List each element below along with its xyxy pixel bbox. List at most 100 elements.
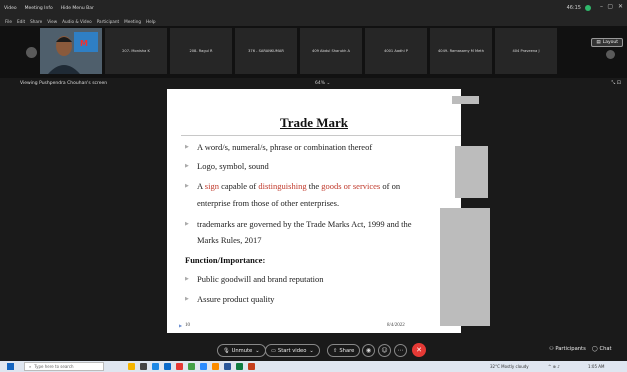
slide-bullet-continuation: Marks Rules, 2017 [185, 235, 261, 246]
highlight-distinguishing: distinguishing [258, 181, 307, 191]
text-fragment: of on [380, 181, 401, 191]
participants-button[interactable]: ⚇ Participants [549, 346, 586, 352]
menu-view[interactable]: View [47, 19, 57, 24]
participant-name: 4049- Ramasamy M Meth [438, 49, 484, 53]
title-bar: Video Meeting Info Hide Menu Bar 46:15 –… [0, 0, 627, 17]
taskbar-app-icon[interactable] [236, 363, 243, 370]
search-icon: ⌕ [29, 364, 32, 369]
bullet-text: Logo, symbol, sound [197, 161, 269, 171]
slide-date: 8/4/2022 [387, 323, 405, 328]
meeting-info-link[interactable]: Meeting Info [25, 6, 53, 11]
bullet-arrow-icon: ▶ [185, 184, 189, 189]
minimize-icon[interactable]: – [600, 3, 603, 10]
bullet-arrow-icon: ▶ [185, 277, 189, 282]
participants-icon: ⚇ [549, 346, 554, 352]
record-button[interactable]: ◉ [362, 344, 375, 357]
participant-tile[interactable]: 207- Monisha K [105, 28, 167, 74]
strip-prev-button[interactable] [26, 47, 37, 58]
chevron-down-icon: ⌄ [255, 347, 260, 354]
taskbar-app-icon[interactable] [128, 363, 135, 370]
taskbar-app-icon[interactable] [200, 363, 207, 370]
participant-name: 208- Ragul R [189, 49, 213, 53]
redaction-block [455, 146, 488, 198]
taskbar-app-icon[interactable] [188, 363, 195, 370]
start-video-button[interactable]: ▭ Start video ⌄ [265, 344, 320, 357]
windows-start-icon[interactable] [7, 363, 14, 370]
view-options-icon[interactable]: ⤡ ⊡ [611, 80, 621, 86]
svg-text:M: M [80, 39, 88, 48]
menu-share[interactable]: Share [30, 19, 42, 24]
chat-button[interactable]: ◯ Chat [592, 346, 612, 352]
menu-bar: File Edit Share View Audio & Video Parti… [0, 17, 627, 26]
maximize-icon[interactable]: ▢ [607, 3, 613, 10]
weather-widget[interactable]: 32°C Mostly cloudy [490, 364, 529, 369]
taskbar-clock[interactable]: 1:05 AM [588, 364, 604, 369]
slide-bullet: ▶ Public goodwill and brand reputation [185, 274, 324, 285]
meeting-controls: 🎙 Unmute ⌄ ▭ Start video ⌄ ⇧ Share ◉ ☺ ⋯… [0, 340, 627, 361]
slide-bullet: ▶ trademarks are governed by the Trade M… [185, 219, 412, 230]
microphone-muted-icon: 🎙 [223, 347, 230, 354]
menu-meeting[interactable]: Meeting [124, 19, 141, 24]
slide-bullet: ▶ A word/s, numeral/s, phrase or combina… [185, 142, 372, 153]
reactions-button[interactable]: ☺ [378, 344, 391, 357]
strip-next-button[interactable] [606, 50, 615, 59]
bullet-text: A word/s, numeral/s, phrase or combinati… [197, 142, 373, 152]
system-tray-icons[interactable]: ^ ⊕ ♪ [548, 364, 560, 369]
zoom-level-dropdown[interactable]: 64% ⌄ [315, 81, 330, 86]
start-video-label: Start video [277, 347, 307, 354]
zoom-level-value: 64% [315, 81, 326, 86]
redaction-block [440, 208, 490, 326]
leave-meeting-button[interactable]: ✕ [412, 343, 426, 357]
chat-label: Chat [599, 346, 612, 352]
participant-name: 4001 Aadhi P [384, 49, 408, 53]
bullet-text: Marks Rules, 2017 [197, 235, 262, 245]
slide-bullet: ▶ Assure product quality [185, 294, 274, 305]
bullet-text: trademarks are governed by the Trade Mar… [197, 219, 412, 229]
layout-label: Layout [602, 40, 618, 45]
participant-tile[interactable]: 409 Abdul Sharukh A [300, 28, 362, 74]
taskbar-search-input[interactable]: ⌕ Type here to search [24, 362, 104, 371]
highlight-sign: sign [204, 181, 219, 191]
share-label: Share [339, 347, 355, 354]
taskbar-app-icon[interactable] [176, 363, 183, 370]
taskbar-app-icon[interactable] [152, 363, 159, 370]
close-icon[interactable]: ✕ [618, 3, 623, 10]
participant-name: 404 Praveena J [512, 49, 540, 53]
bullet-arrow-icon: ▶ [185, 222, 189, 227]
participant-tile[interactable]: 4049- Ramasamy M Meth [430, 28, 492, 74]
bullet-arrow-icon: ▶ [185, 297, 189, 302]
menu-help[interactable]: Help [146, 19, 156, 24]
menu-participant[interactable]: Participant [97, 19, 119, 24]
participant-tile[interactable]: 208- Ragul R [170, 28, 232, 74]
taskbar-app-icon[interactable] [164, 363, 171, 370]
menu-file[interactable]: File [5, 19, 12, 24]
section-heading: Function/Importance: [185, 255, 266, 265]
taskbar-app-icon[interactable] [212, 363, 219, 370]
shared-slide: Trade Mark ▶ A word/s, numeral/s, phrase… [167, 89, 461, 333]
taskbar-app-icon[interactable] [224, 363, 231, 370]
bullet-arrow-icon: ▶ [185, 145, 189, 150]
layout-button[interactable]: ▤ Layout [591, 38, 623, 47]
app-name: Video [4, 6, 17, 11]
unmute-label: Unmute [231, 347, 253, 354]
unmute-button[interactable]: 🎙 Unmute ⌄ [217, 344, 266, 357]
share-button[interactable]: ⇧ Share [327, 344, 361, 357]
participant-tile[interactable]: 404 Praveena J [495, 28, 557, 74]
text-fragment: capable of [218, 181, 259, 191]
taskbar-app-icon[interactable] [248, 363, 255, 370]
participant-name: 207- Monisha K [122, 49, 150, 53]
security-shield-icon[interactable] [585, 5, 591, 11]
participant-tile[interactable]: 376 - SARANKUMAR [235, 28, 297, 74]
participant-tile-video[interactable]: M [40, 28, 102, 74]
menu-edit[interactable]: Edit [17, 19, 25, 24]
slide-divider [181, 135, 461, 136]
menu-audio-video[interactable]: Audio & Video [62, 19, 92, 24]
taskbar-app-icon[interactable] [140, 363, 147, 370]
participant-video-image: M [40, 28, 102, 74]
more-button[interactable]: ⋯ [394, 344, 407, 357]
bullet-text: Assure product quality [197, 294, 275, 304]
hide-menu-bar-button[interactable]: Hide Menu Bar [61, 6, 94, 11]
zoom-app-window: Video Meeting Info Hide Menu Bar 46:15 –… [0, 0, 627, 372]
bullet-arrow-icon: ▶ [185, 164, 189, 169]
participant-tile[interactable]: 4001 Aadhi P [365, 28, 427, 74]
